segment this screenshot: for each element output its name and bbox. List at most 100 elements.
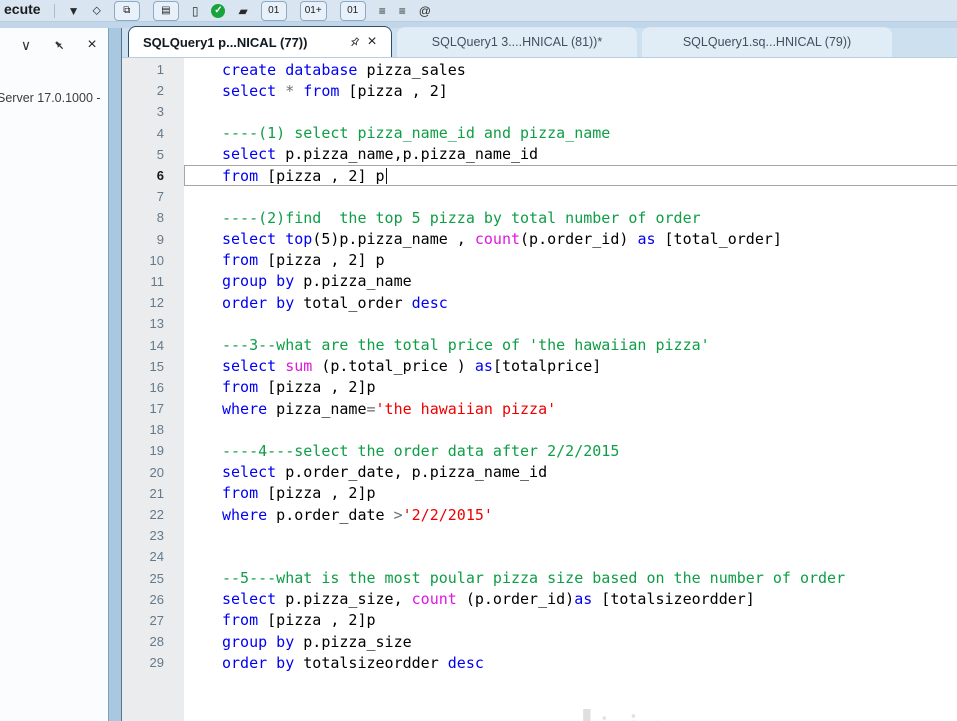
code-row-29[interactable]: 29 order by totalsizeordder desc	[122, 652, 957, 673]
code-text[interactable]: --5---what is the most poular pizza size…	[184, 568, 957, 589]
line-number: 8	[156, 210, 164, 226]
code-row-18[interactable]: 18	[122, 419, 957, 440]
tab-label: SQLQuery1 3....HNICAL (81))*	[431, 35, 603, 49]
code-text[interactable]: ----4---select the order data after 2/2/…	[184, 440, 957, 461]
code-row-28[interactable]: 28 group by p.pizza_size	[122, 631, 957, 652]
code-row-22[interactable]: 22 where p.order_date > '2/2/2015'	[122, 504, 957, 525]
close-tab-icon[interactable]: ×	[363, 33, 381, 51]
close-panel-icon[interactable]: ×	[84, 36, 100, 53]
code-row-12[interactable]: 12 order by total_order desc	[122, 292, 957, 313]
at-icon[interactable]: @	[419, 2, 431, 20]
copy-window-icon[interactable]: ⧉	[113, 0, 140, 21]
code-row-2[interactable]: 2 select * from [pizza , 2]	[122, 80, 957, 101]
outdent-icon[interactable]: ≡	[399, 2, 406, 20]
code-row-6[interactable]: 6 from [pizza , 2] p	[122, 164, 957, 187]
pin-icon[interactable]	[51, 37, 67, 53]
code-text[interactable]: select p.pizza_size, count (p.order_id) a…	[184, 589, 957, 610]
code-text[interactable]: select top (5)p.pizza_name , count (p.orde…	[184, 229, 957, 250]
query-options-icon[interactable]: ⬦	[92, 2, 100, 20]
code-row-20[interactable]: 20 select p.order_date, p.pizza_name_id	[122, 462, 957, 483]
code-text[interactable]	[184, 546, 957, 567]
chevron-down-icon[interactable]: ∨	[18, 37, 34, 53]
code-row-14[interactable]: 14 ---3--what are the total price of 'the…	[122, 334, 957, 355]
results-pane-icon[interactable]: ▤	[152, 0, 179, 21]
code-text[interactable]: create database pizza_sales	[184, 59, 957, 80]
line-number: 11	[150, 273, 165, 289]
query-editor[interactable]: 1 create database pizza_sales 2 select * fr…	[122, 58, 957, 721]
code-row-7[interactable]: 7	[122, 186, 957, 207]
code-row-5[interactable]: 5 select p.pizza_name,p.pizza_name_id	[122, 144, 957, 165]
code-text[interactable]: group by p.pizza_name	[184, 271, 957, 292]
line-number-icon[interactable]: 01	[260, 0, 287, 21]
code-row-11[interactable]: 11 group by p.pizza_name	[122, 271, 957, 292]
code-text[interactable]: order by totalsizeordder desc	[184, 652, 957, 673]
panel-splitter[interactable]	[108, 28, 122, 721]
code-text[interactable]: from [pizza , 2] p	[184, 164, 957, 187]
code-text[interactable]: select * from [pizza , 2]	[184, 80, 957, 101]
code-row-24[interactable]: 24	[122, 546, 957, 567]
code-text[interactable]: ---3--what are the total price of 'the h…	[184, 334, 957, 355]
code-text[interactable]	[184, 313, 957, 334]
quote-icon[interactable]: ▯	[192, 2, 199, 20]
line-number-plus-icon[interactable]: 01+	[299, 0, 327, 21]
code-text[interactable]: where p.order_date > '2/2/2015'	[184, 504, 957, 525]
code-text[interactable]: from [pizza , 2]p	[184, 377, 957, 398]
execute-button[interactable]: ecute	[4, 0, 41, 18]
line-number: 3	[156, 104, 164, 120]
line-number: 6	[156, 168, 164, 184]
line-number: 18	[149, 422, 164, 438]
code-row-4[interactable]: 4 ----(1) select pizza_name_id and pizza_…	[122, 123, 957, 144]
code-text[interactable]: from [pizza , 2] p	[184, 250, 957, 271]
tab-1[interactable]: SQLQuery1 p...NICAL (77)) ×	[128, 26, 392, 57]
code-row-27[interactable]: 27 from [pizza , 2]p	[122, 610, 957, 631]
code-row-15[interactable]: 15 select sum (p.total_price ) as [totalpr…	[122, 356, 957, 377]
code-text[interactable]: select p.pizza_name,p.pizza_name_id	[184, 144, 957, 165]
code-text[interactable]: ----(2)find the top 5 pizza by total num…	[184, 207, 957, 228]
code-row-17[interactable]: 17 where pizza_name ='the hawaiian pizza'	[122, 398, 957, 419]
code-text[interactable]: from [pizza , 2]p	[184, 483, 957, 504]
code-text[interactable]: select p.order_date, p.pizza_name_id	[184, 462, 957, 483]
code-row-1[interactable]: 1 create database pizza_sales	[122, 59, 957, 80]
code-text[interactable]	[184, 419, 957, 440]
line-number: 10	[149, 252, 164, 268]
code-text[interactable]	[184, 101, 957, 122]
tab-3[interactable]: SQLQuery1.sq...HNICAL (79))	[642, 27, 892, 57]
code-row-8[interactable]: 8 ----(2)find the top 5 pizza by total nu…	[122, 207, 957, 228]
code-row-16[interactable]: 16 from [pizza , 2]p	[122, 377, 957, 398]
code-text[interactable]: where pizza_name ='the hawaiian pizza'	[184, 398, 957, 419]
line-number-alt-icon[interactable]: 01	[339, 0, 366, 21]
line-number: 7	[156, 189, 164, 205]
code-row-10[interactable]: 10 from [pizza , 2] p	[122, 250, 957, 271]
code-text[interactable]: from [pizza , 2]p	[184, 610, 957, 631]
code-row-13[interactable]: 13	[122, 313, 957, 334]
cancel-query-icon[interactable]: ▼	[68, 2, 80, 20]
line-number: 29	[149, 655, 164, 671]
code-row-23[interactable]: 23	[122, 525, 957, 546]
code-text[interactable]	[184, 186, 957, 207]
line-number: 25	[149, 570, 164, 586]
code-text[interactable]	[184, 525, 957, 546]
line-number: 28	[149, 634, 164, 650]
indent-icon[interactable]: ≡	[379, 2, 386, 20]
code-row-21[interactable]: 21 from [pizza , 2]p	[122, 483, 957, 504]
code-row-25[interactable]: 25 --5---what is the most poular pizza si…	[122, 568, 957, 589]
code-row-9[interactable]: 9 select top (5)p.pizza_name , count (p.ord…	[122, 229, 957, 250]
code-row-3[interactable]: 3	[122, 101, 957, 122]
code-text[interactable]: select sum (p.total_price ) as [totalpric…	[184, 356, 957, 377]
code-text[interactable]: group by p.pizza_size	[184, 631, 957, 652]
parse-check-icon[interactable]: ✓	[211, 3, 226, 18]
code-text[interactable]: order by total_order desc	[184, 292, 957, 313]
line-number: 12	[149, 295, 164, 311]
database-object-icon[interactable]: ▰	[238, 2, 247, 20]
code-text[interactable]: ----(1) select pizza_name_id and pizza_n…	[184, 123, 957, 144]
code-row-19[interactable]: 19 ----4---select the order data after 2/…	[122, 440, 957, 461]
tab-label: SQLQuery1 p...NICAL (77))	[143, 34, 308, 50]
code-row-26[interactable]: 26 select p.pizza_size, count (p.order_id…	[122, 589, 957, 610]
pin-tab-icon[interactable]	[345, 33, 363, 51]
line-number: 15	[149, 358, 164, 374]
tab-2[interactable]: SQLQuery1 3....HNICAL (81))*	[397, 27, 637, 57]
line-number: 14	[149, 337, 164, 353]
line-number: 26	[149, 591, 164, 607]
code-lines: 1 create database pizza_sales 2 select * fr…	[122, 59, 957, 673]
line-number: 16	[149, 379, 164, 395]
